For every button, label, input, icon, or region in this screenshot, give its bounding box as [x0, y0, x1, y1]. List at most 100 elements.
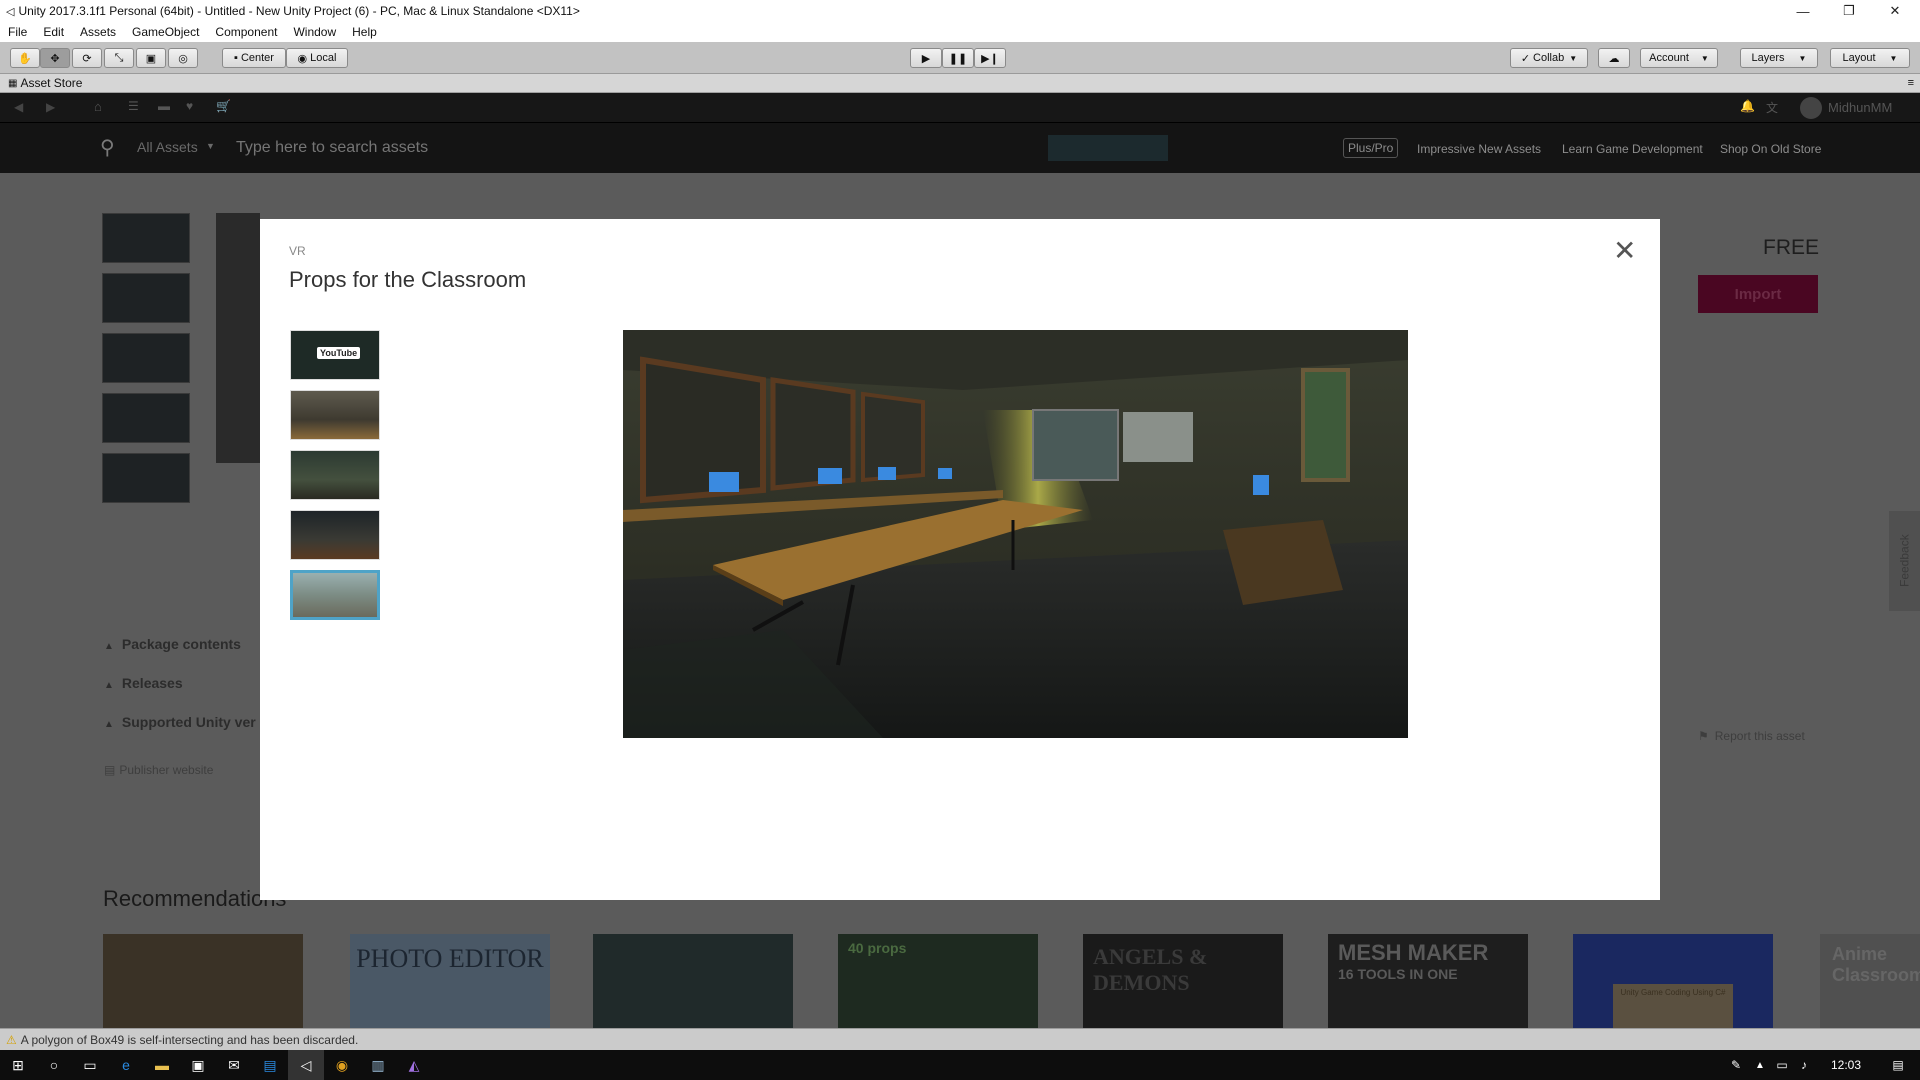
- monitor: [709, 472, 739, 492]
- asset-store-tab[interactable]: Asset Store: [20, 76, 82, 90]
- local-icon: ◉: [297, 52, 308, 65]
- search-button[interactable]: [1048, 135, 1168, 161]
- thumbnail-image[interactable]: [290, 450, 380, 500]
- play-button[interactable]: ▶: [910, 48, 942, 68]
- task-view-icon[interactable]: ▭: [72, 1050, 108, 1080]
- account-dropdown[interactable]: Account ▼: [1640, 48, 1718, 68]
- plus-pro-link[interactable]: Plus/Pro: [1343, 138, 1399, 158]
- search-input[interactable]: [236, 135, 956, 161]
- recommendation-card[interactable]: PHOTO EDITOR: [350, 934, 550, 1028]
- volume-icon[interactable]: ♪: [1792, 1050, 1816, 1080]
- chevron-up-icon[interactable]: ▲: [1748, 1050, 1772, 1080]
- search-category[interactable]: All Assets: [137, 139, 198, 155]
- list-icon[interactable]: ☰: [128, 99, 139, 113]
- remote-desktop-icon[interactable]: ▤: [252, 1050, 288, 1080]
- import-button[interactable]: Import: [1698, 275, 1818, 313]
- avatar[interactable]: [1800, 97, 1822, 119]
- supported-unity-heading[interactable]: ▲ Supported Unity ver: [104, 714, 256, 730]
- menu-file[interactable]: File: [0, 25, 35, 39]
- visual-studio-icon[interactable]: ◭: [396, 1050, 432, 1080]
- chevron-up-icon: ▲: [104, 641, 114, 652]
- layout-dropdown[interactable]: Layout ▼: [1830, 48, 1910, 68]
- tab-menu-icon[interactable]: ≡: [1908, 77, 1914, 89]
- start-icon[interactable]: ⊞: [0, 1050, 36, 1080]
- close-icon[interactable]: ✕: [1613, 234, 1636, 267]
- recommendation-card[interactable]: ANGELS & DEMONS: [1083, 934, 1283, 1028]
- recommendation-card[interactable]: [103, 934, 303, 1028]
- package-contents-heading[interactable]: ▲ Package contents: [104, 636, 241, 652]
- language-icon[interactable]: 文: [1766, 99, 1778, 116]
- notepad-icon[interactable]: ▥: [360, 1050, 396, 1080]
- folder-icon[interactable]: ▬: [158, 99, 170, 113]
- menu-window[interactable]: Window: [285, 25, 344, 39]
- thumbnail-video[interactable]: YouTube: [290, 330, 380, 380]
- notification-icon[interactable]: ▤: [1880, 1050, 1916, 1080]
- shop-old-store-link[interactable]: Shop On Old Store: [1720, 142, 1821, 156]
- warning-icon: ⚠: [6, 1032, 17, 1047]
- thumbnail-image-selected[interactable]: [290, 570, 380, 620]
- recommendation-card[interactable]: Anime Classroom: [1820, 934, 1920, 1028]
- flag-icon: ⚑: [1698, 729, 1709, 743]
- edge-icon[interactable]: e: [108, 1050, 144, 1080]
- recommendation-card[interactable]: MESH MAKER 16 TOOLS IN ONE: [1328, 934, 1528, 1028]
- pivot-center-button[interactable]: ▪ Center: [222, 48, 286, 68]
- cloud-button[interactable]: ☁: [1598, 48, 1630, 68]
- learn-game-development-link[interactable]: Learn Game Development: [1562, 142, 1703, 156]
- releases-heading[interactable]: ▲ Releases: [104, 675, 183, 691]
- chevron-up-icon: ▲: [104, 680, 114, 691]
- layers-dropdown[interactable]: Layers ▼: [1740, 48, 1818, 68]
- globe-icon: ▤: [104, 763, 116, 777]
- recommendation-card[interactable]: [593, 934, 793, 1028]
- feedback-tab[interactable]: Feedback: [1889, 511, 1920, 611]
- bg-thumbnail: [102, 213, 190, 263]
- heart-icon[interactable]: ♥: [186, 99, 193, 113]
- scale-tool-icon[interactable]: ⤡: [104, 48, 134, 68]
- transform-tool-icon[interactable]: ◎: [168, 48, 198, 68]
- clock[interactable]: 12:03: [1818, 1050, 1874, 1080]
- side-desk: [1223, 520, 1343, 605]
- impressive-new-assets-link[interactable]: Impressive New Assets: [1417, 142, 1541, 156]
- user-name[interactable]: MidhunMM: [1828, 100, 1892, 115]
- bell-icon[interactable]: 🔔: [1740, 99, 1755, 113]
- back-icon[interactable]: ◀: [14, 100, 23, 114]
- status-bar: ⚠ A polygon of Box49 is self-intersectin…: [0, 1028, 1920, 1050]
- mail-icon[interactable]: ✉: [216, 1050, 252, 1080]
- noticeboard: [1301, 368, 1350, 482]
- rect-tool-icon[interactable]: ▣: [136, 48, 166, 68]
- recommendation-card[interactable]: Unity Game Coding Using C#: [1573, 934, 1773, 1028]
- move-tool-icon[interactable]: ✥: [40, 48, 70, 68]
- thumbnail-image[interactable]: [290, 390, 380, 440]
- publisher-website-link[interactable]: ▤ Publisher website: [104, 763, 213, 777]
- collab-button[interactable]: ✓ Collab ▼: [1510, 48, 1588, 68]
- status-message[interactable]: A polygon of Box49 is self-intersecting …: [21, 1033, 359, 1047]
- menu-assets[interactable]: Assets: [72, 25, 124, 39]
- search-icon: ⚲: [100, 137, 115, 159]
- bg-thumbnail: [102, 393, 190, 443]
- restore-button[interactable]: ❐: [1826, 0, 1872, 22]
- pause-button[interactable]: ❚❚: [942, 48, 974, 68]
- main-preview-image: [623, 330, 1408, 738]
- rotate-tool-icon[interactable]: ⟳: [72, 48, 102, 68]
- report-asset-link[interactable]: ⚑ Report this asset: [1698, 729, 1805, 743]
- chrome-icon[interactable]: ◉: [324, 1050, 360, 1080]
- menu-gameobject[interactable]: GameObject: [124, 25, 207, 39]
- thumbnail-image[interactable]: [290, 510, 380, 560]
- pivot-local-button[interactable]: ◉ Local: [286, 48, 348, 68]
- menu-edit[interactable]: Edit: [35, 25, 72, 39]
- menu-component[interactable]: Component: [207, 25, 285, 39]
- rec-title: MESH MAKER: [1338, 940, 1489, 965]
- file-explorer-icon[interactable]: ▬: [144, 1050, 180, 1080]
- menu-help[interactable]: Help: [344, 25, 385, 39]
- close-window-button[interactable]: ✕: [1872, 0, 1918, 22]
- store-app-icon[interactable]: ▣: [180, 1050, 216, 1080]
- forward-icon[interactable]: ▶: [46, 100, 55, 114]
- search-circle-icon[interactable]: ○: [36, 1050, 72, 1080]
- hand-tool-icon[interactable]: ✋: [10, 48, 40, 68]
- cart-icon[interactable]: 🛒: [216, 99, 231, 113]
- unity-icon[interactable]: ◁: [288, 1050, 324, 1080]
- step-button[interactable]: ▶❙: [974, 48, 1006, 68]
- minimize-button[interactable]: —: [1780, 0, 1826, 22]
- recommendation-card[interactable]: 40 props: [838, 934, 1038, 1028]
- network-icon[interactable]: ▭: [1770, 1050, 1794, 1080]
- home-icon[interactable]: ⌂: [94, 99, 102, 114]
